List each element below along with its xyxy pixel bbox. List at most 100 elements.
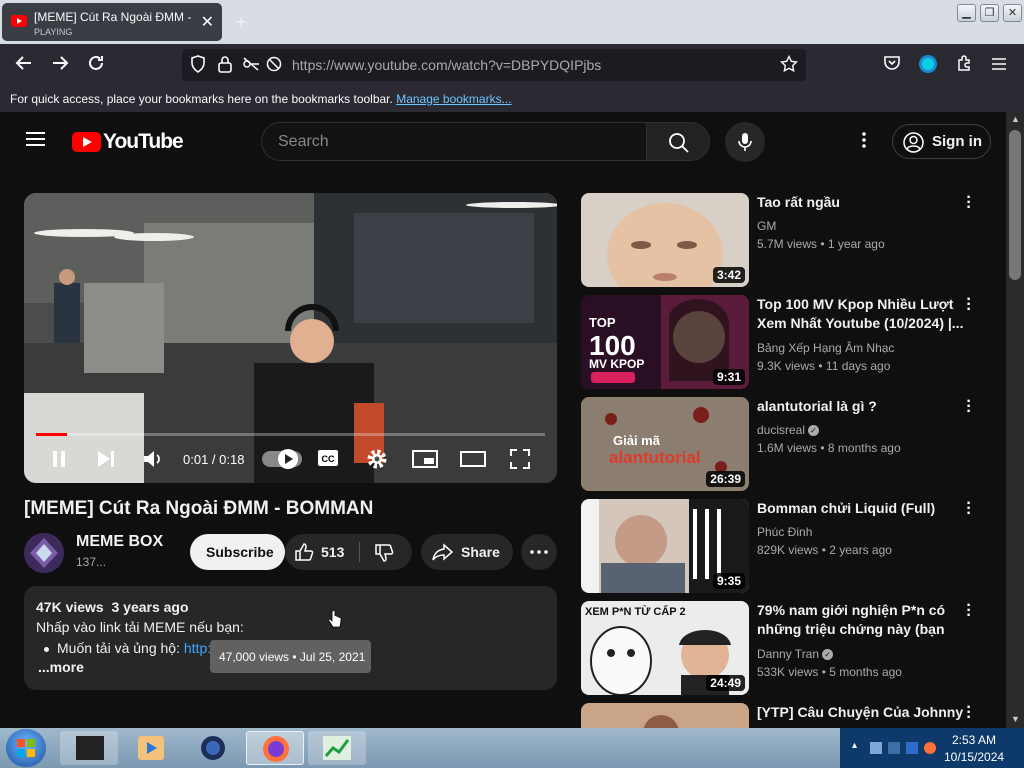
recommendation-item[interactable]: XEM P*N TỪ CẤP 2 24:49 79% nam giới nghi… — [581, 598, 991, 695]
bookmark-star-icon[interactable] — [779, 54, 799, 78]
menu-icon[interactable] — [988, 54, 1010, 76]
channel-avatar[interactable] — [24, 533, 64, 573]
next-video-icon[interactable] — [96, 450, 116, 468]
recommendation-channel[interactable]: Danny Tran ✓ — [757, 647, 834, 661]
like-count[interactable]: 513 — [321, 544, 344, 560]
like-thumb-icon[interactable] — [294, 542, 314, 562]
channel-name[interactable]: MEME BOX — [76, 533, 163, 551]
guide-menu-icon[interactable] — [26, 128, 45, 150]
close-tab-icon[interactable]: ✕ — [201, 12, 214, 32]
search-input[interactable]: Search — [261, 122, 647, 161]
description-box[interactable]: 47K views 3 years ago Nhấp vào link tải … — [24, 586, 557, 690]
tracking-protection-icon[interactable] — [266, 56, 282, 77]
subscribe-button[interactable]: Subscribe — [190, 534, 285, 570]
shield-icon[interactable] — [190, 55, 206, 78]
show-more-link[interactable]: ...more — [38, 659, 84, 675]
search-button[interactable] — [646, 122, 710, 161]
minimize-window-button[interactable]: ▁ — [957, 4, 976, 22]
pocket-icon[interactable] — [881, 54, 903, 76]
svg-text:Giải mã: Giải mã — [613, 433, 661, 448]
recommendation-item[interactable]: Giải mã alantutorial 26:39 alantutorial l… — [581, 394, 991, 491]
fullscreen-icon[interactable] — [510, 449, 530, 469]
start-button[interactable] — [6, 729, 46, 767]
recommendation-item[interactable]: 9:35 Bomman chửi Liquid (Full) Phúc Đinh… — [581, 496, 991, 593]
youtube-play-logo-icon — [72, 132, 101, 152]
progress-track[interactable] — [36, 433, 545, 436]
maximize-window-button[interactable]: ❐ — [980, 4, 999, 22]
volume-icon[interactable] — [142, 449, 164, 469]
theater-mode-icon[interactable] — [460, 451, 486, 467]
tray-icons[interactable] — [868, 738, 938, 758]
page-scrollbar[interactable]: ▲ ▼ — [1006, 112, 1024, 728]
forward-icon[interactable] — [49, 54, 71, 76]
video-thumbnail[interactable]: Giải mã alantutorial 26:39 — [581, 397, 749, 491]
description-line: Nhấp vào link tải MEME nếu bạn: — [36, 619, 244, 635]
subtitles-icon[interactable]: CC — [317, 449, 339, 467]
video-thumbnail[interactable]: 3:42 — [581, 193, 749, 287]
recommendation-item[interactable]: TOP 100 MV KPOP 9:31 Top 100 MV Kpop Nhiều… — [581, 292, 991, 389]
recommendation-item[interactable]: 3:42 Tao rất ngầu GM 5.7M views • 1 year… — [581, 190, 991, 287]
recommendation-menu-icon[interactable]: · · · — [965, 496, 973, 522]
video-thumbnail[interactable]: XEM P*N TỪ CẤP 2 24:49 — [581, 601, 749, 695]
address-bar[interactable]: https://www.youtube.com/watch?v=DBPYDQIP… — [182, 49, 806, 81]
windows-logo-icon — [17, 739, 35, 757]
recommendation-title[interactable]: Tao rất ngầu — [757, 193, 967, 212]
taskbar-firefox-app[interactable] — [246, 731, 304, 765]
pause-icon[interactable] — [51, 450, 67, 468]
manage-bookmarks-link[interactable]: Manage bookmarks... — [396, 92, 511, 106]
tray-chevron-icon[interactable]: ▴ — [852, 740, 857, 751]
taskbar-chart-app[interactable] — [308, 731, 366, 765]
clock-time[interactable]: 2:53 AM — [952, 733, 996, 747]
recommendation-title[interactable]: Top 100 MV Kpop Nhiều Lượt Xem Nhất Yout… — [757, 295, 967, 333]
scroll-down-icon[interactable]: ▼ — [1011, 714, 1020, 724]
more-actions-button[interactable] — [521, 534, 557, 570]
description-link[interactable]: http: — [184, 640, 211, 656]
back-icon[interactable] — [13, 54, 35, 76]
video-thumbnail[interactable] — [581, 703, 749, 728]
miniplayer-icon[interactable] — [412, 450, 438, 468]
video-thumbnail[interactable]: TOP 100 MV KPOP 9:31 — [581, 295, 749, 389]
recommendation-channel[interactable]: ducisreal ✓ — [757, 423, 820, 437]
youtube-favicon-icon — [11, 15, 27, 27]
recommendation-title[interactable]: alantutorial là gì ? — [757, 397, 967, 416]
sign-in-button[interactable]: Sign in — [892, 124, 991, 159]
settings-more-icon[interactable] — [862, 132, 866, 153]
taskbar-media-app[interactable] — [122, 731, 180, 765]
browser-tab[interactable]: [MEME] Cút Ra Ngoài ĐMM - B PLAYING ✕ — [2, 3, 222, 41]
recommendation-title[interactable]: [YTP] Câu Chuyện Của Johnny — [757, 703, 967, 722]
scroll-up-icon[interactable]: ▲ — [1011, 114, 1020, 124]
extensions-icon[interactable] — [953, 54, 975, 76]
account-icon[interactable] — [917, 54, 939, 76]
reload-icon[interactable] — [85, 54, 107, 76]
globe-icon — [201, 736, 225, 760]
recommendation-channel[interactable]: Phúc Đinh — [757, 525, 812, 539]
settings-gear-icon[interactable] — [366, 448, 388, 470]
new-tab-icon[interactable]: + — [236, 12, 247, 33]
recommendation-title[interactable]: 79% nam giới nghiện P*n có những triệu c… — [757, 601, 967, 641]
clock-date[interactable]: 10/15/2024 — [944, 750, 1004, 764]
recommendation-item[interactable]: [YTP] Câu Chuyện Của Johnny · · · — [581, 700, 991, 728]
recommendation-channel[interactable]: Bảng Xếp Hạng Âm Nhạc — [757, 341, 894, 355]
voice-search-button[interactable] — [725, 122, 765, 162]
subscribe-label: Subscribe — [206, 544, 274, 560]
taskbar-browser-app[interactable] — [184, 731, 242, 765]
recommendation-menu-icon[interactable]: · · · — [965, 598, 973, 624]
dislike-thumb-icon[interactable] — [374, 543, 394, 563]
recommendation-menu-icon[interactable]: · · · — [965, 394, 973, 420]
recommendation-age: 1 year ago — [827, 237, 885, 251]
taskbar-terminal-app[interactable] — [60, 731, 118, 765]
recommendation-menu-icon[interactable]: · · · — [965, 292, 973, 318]
share-button[interactable]: Share — [421, 534, 513, 570]
permissions-icon[interactable] — [242, 56, 260, 77]
video-thumbnail[interactable]: 9:35 — [581, 499, 749, 593]
scrollbar-thumb[interactable] — [1009, 130, 1021, 280]
url-text[interactable]: https://www.youtube.com/watch?v=DBPYDQIP… — [292, 57, 601, 73]
recommendation-title[interactable]: Bomman chửi Liquid (Full) — [757, 499, 967, 518]
close-window-button[interactable]: ✕ — [1003, 4, 1022, 22]
lock-icon[interactable] — [218, 55, 232, 78]
video-player[interactable]: 0:01 / 0:18 CC — [24, 193, 557, 483]
recommendation-menu-icon[interactable]: · · · — [965, 700, 973, 726]
recommendation-channel[interactable]: GM — [757, 219, 776, 233]
autoplay-toggle[interactable] — [262, 449, 302, 469]
recommendation-menu-icon[interactable]: · · · — [965, 190, 973, 216]
